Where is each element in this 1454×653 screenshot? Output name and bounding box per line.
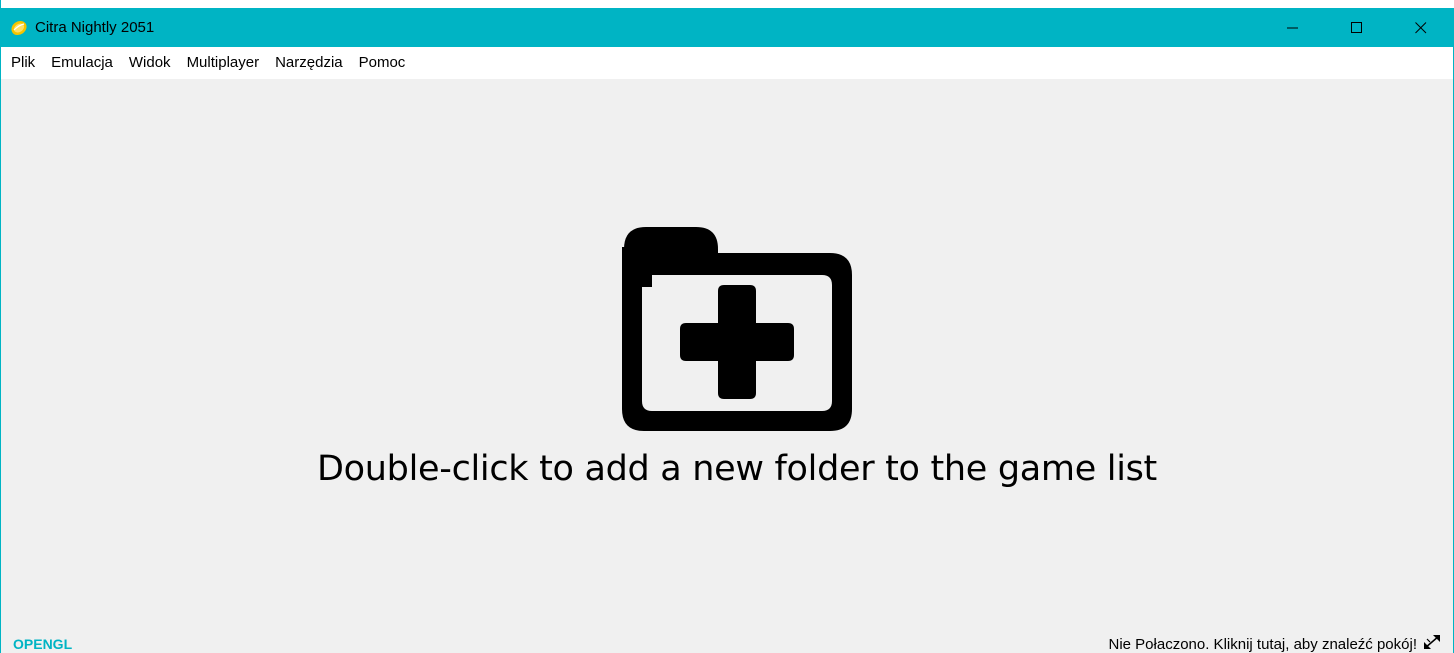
minimize-button[interactable] xyxy=(1261,8,1325,47)
close-icon xyxy=(1415,21,1427,33)
menu-narzedzia[interactable]: Narzędzia xyxy=(267,47,351,79)
maximize-button[interactable] xyxy=(1325,8,1389,47)
citra-window: Citra Nightly 2051 Plik Emulacja Widok M… xyxy=(0,0,1454,653)
window-controls xyxy=(1261,8,1453,47)
menu-emulacja[interactable]: Emulacja xyxy=(43,47,121,79)
window-title: Citra Nightly 2051 xyxy=(35,19,155,36)
window-top-edge xyxy=(1,0,1454,8)
game-list-area: Double-click to add a new folder to the … xyxy=(1,79,1453,630)
menu-multiplayer[interactable]: Multiplayer xyxy=(179,47,268,79)
minimize-icon xyxy=(1287,27,1298,28)
add-folder-hint: Double-click to add a new folder to the … xyxy=(317,449,1157,489)
close-button[interactable] xyxy=(1389,8,1453,47)
title-bar[interactable]: Citra Nightly 2051 xyxy=(1,8,1453,47)
status-bar: OPENGL Nie Połaczono. Kliknij tutaj, aby… xyxy=(1,630,1453,653)
menu-widok[interactable]: Widok xyxy=(121,47,179,79)
menu-plik[interactable]: Plik xyxy=(1,47,43,79)
citra-app-icon xyxy=(9,18,29,38)
renderer-label[interactable]: OPENGL xyxy=(13,636,72,652)
menu-bar: Plik Emulacja Widok Multiplayer Narzędzi… xyxy=(1,47,1453,79)
add-folder-dropzone[interactable]: Double-click to add a new folder to the … xyxy=(1,79,1453,630)
maximize-icon xyxy=(1351,21,1362,33)
folder-plus-icon xyxy=(622,227,852,431)
network-status-link[interactable]: Nie Połaczono. Kliknij tutaj, aby znaleź… xyxy=(1109,636,1418,653)
network-disconnected-icon[interactable] xyxy=(1421,633,1443,651)
menu-pomoc[interactable]: Pomoc xyxy=(351,47,414,79)
